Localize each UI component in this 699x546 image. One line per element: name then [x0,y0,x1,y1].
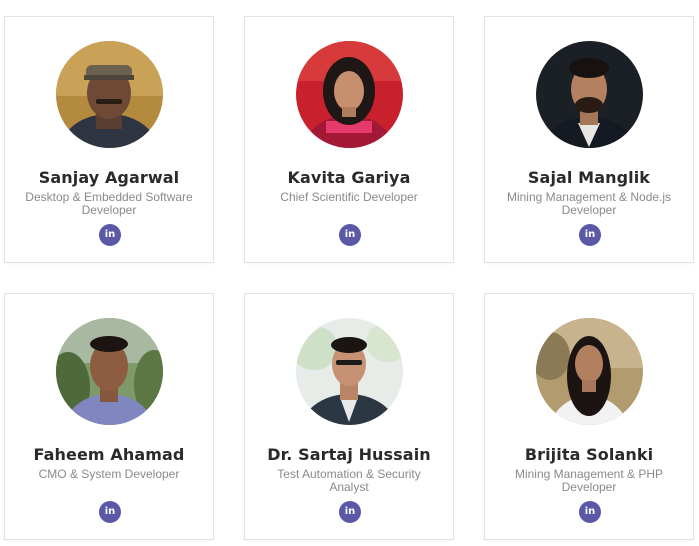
avatar-photo [296,318,403,425]
team-card: Faheem Ahamad CMO & System Developer in [4,293,214,540]
linkedin-icon[interactable]: in [99,501,121,523]
member-role: Chief Scientific Developer [280,190,418,204]
member-name: Kavita Gariya [287,168,411,187]
team-grid: Sanjay Agarwal Desktop & Embedded Softwa… [0,0,699,546]
linkedin-icon[interactable]: in [579,224,601,246]
avatar-photo [56,41,163,148]
member-name: Dr. Sartaj Hussain [267,445,431,464]
member-role: Test Automation & Security Analyst [277,467,421,494]
linkedin-icon[interactable]: in [339,224,361,246]
avatar-photo [536,318,643,425]
avatar-photo [536,41,643,148]
linkedin-icon[interactable]: in [339,501,361,523]
team-card: Kavita Gariya Chief Scientific Developer… [244,16,454,263]
member-name: Sajal Manglik [527,168,651,187]
avatar-photo [56,318,163,425]
team-card: Sanjay Agarwal Desktop & Embedded Softwa… [4,16,214,263]
member-role: Desktop & Embedded Software Developer [25,190,193,217]
member-role: Mining Management & PHP Developer [514,467,664,494]
member-name: Sanjay Agarwal [38,168,180,187]
member-name: Faheem Ahamad [33,445,185,464]
member-role: CMO & System Developer [38,467,180,481]
team-card: Dr. Sartaj Hussain Test Automation & Sec… [244,293,454,540]
team-card: Brijita Solanki Mining Management & PHP … [484,293,694,540]
team-card: Sajal Manglik Mining Management & Node.j… [484,16,694,263]
linkedin-icon[interactable]: in [579,501,601,523]
member-name: Brijita Solanki [524,445,654,464]
linkedin-icon[interactable]: in [99,224,121,246]
avatar-photo [296,41,403,148]
member-role: Mining Management & Node.js Developer [506,190,672,217]
